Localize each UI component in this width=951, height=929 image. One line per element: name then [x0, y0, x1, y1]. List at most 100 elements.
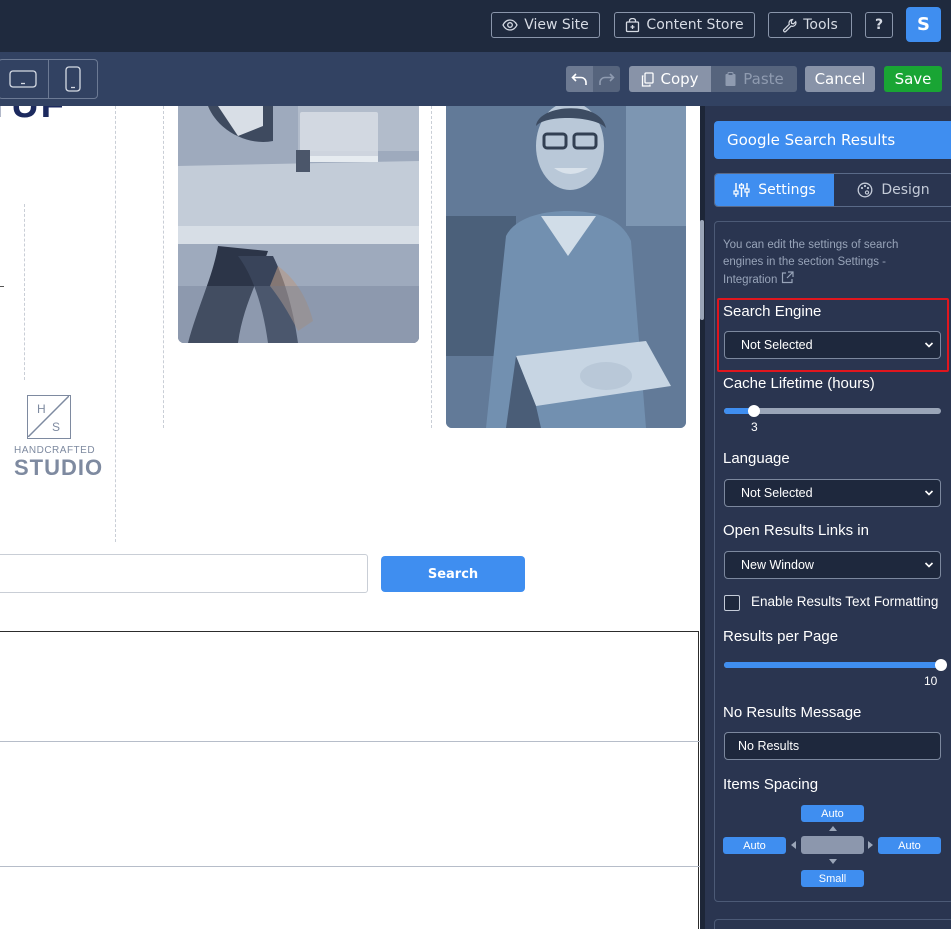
spacing-bottom-value: Small: [818, 872, 847, 885]
results-per-page-value: 10: [924, 674, 938, 688]
page-preview-canvas[interactable]: TUF: [0, 106, 700, 929]
copy-label: Copy: [660, 70, 699, 88]
language-select[interactable]: Not Selected: [724, 479, 941, 507]
mobile-icon: [65, 66, 81, 92]
help-icon: ?: [874, 17, 884, 33]
editor-toolbar: Copy Paste Cancel Save: [0, 52, 951, 106]
items-spacing-label: Items Spacing: [723, 776, 819, 793]
spacing-left-arrow: [791, 841, 796, 849]
results-row-divider: [0, 866, 700, 867]
spacing-bottom-button[interactable]: Small: [801, 870, 864, 887]
spacing-down-arrow: [829, 859, 837, 864]
spacing-right-button[interactable]: Auto: [878, 837, 941, 854]
results-per-page-fill: [724, 662, 941, 668]
paste-icon: [725, 71, 736, 86]
palette-icon: [857, 182, 873, 198]
cache-lifetime-slider[interactable]: [724, 405, 941, 417]
column-guide: [115, 106, 116, 542]
paste-label: Paste: [743, 70, 784, 88]
search-engine-select[interactable]: Not Selected: [724, 331, 941, 359]
tools-button[interactable]: Tools: [768, 12, 852, 38]
divider-tick: [0, 286, 4, 287]
external-link-icon[interactable]: [781, 271, 794, 284]
copy-button[interactable]: Copy: [629, 66, 711, 92]
cache-lifetime-value: 3: [751, 420, 758, 434]
spacing-left-value: Auto: [743, 839, 766, 852]
results-per-page-slider[interactable]: [724, 659, 947, 671]
undo-icon: [571, 73, 587, 85]
spacing-left-button[interactable]: Auto: [723, 837, 786, 854]
open-links-value: New Window: [741, 558, 814, 572]
mobile-view-button[interactable]: [47, 60, 98, 98]
cancel-label: Cancel: [814, 70, 866, 88]
preview-search-label: Search: [427, 566, 479, 582]
team-meeting-photo[interactable]: [178, 106, 419, 343]
settings-panel: Google Search Results Settings Design Yo…: [705, 106, 951, 929]
heading-fragment: TUF: [0, 106, 66, 127]
tools-label: Tools: [803, 17, 838, 33]
open-links-select[interactable]: New Window: [724, 551, 941, 579]
tab-settings-label: Settings: [758, 182, 816, 198]
store-icon: [626, 17, 640, 32]
panel-title-text: Google Search Results: [727, 131, 896, 149]
search-engine-value: Not Selected: [741, 338, 813, 352]
undo-button[interactable]: [566, 66, 593, 92]
svg-text:H: H: [37, 402, 46, 416]
logo-text-line2: STUDIO: [14, 455, 104, 480]
column-guide: [163, 106, 164, 428]
next-section-box: [714, 919, 951, 929]
canvas-scrollbar[interactable]: [700, 220, 704, 320]
meeting-image: [178, 106, 419, 343]
integration-hint: You can edit the settings of search engi…: [723, 237, 928, 289]
spacing-preview-box: [801, 836, 864, 854]
user-avatar[interactable]: S: [906, 7, 941, 42]
chevron-down-icon: [924, 342, 934, 348]
language-value: Not Selected: [741, 486, 813, 500]
spacing-up-arrow: [829, 826, 837, 831]
chevron-down-icon: [924, 562, 934, 568]
tablet-icon: [9, 70, 37, 88]
save-label: Save: [894, 70, 932, 88]
eye-icon: [502, 19, 518, 31]
logo-mark: H S: [27, 395, 71, 439]
handcrafted-studio-logo: H S HANDCRAFTED STUDIO: [14, 395, 104, 480]
spacing-top-button[interactable]: Auto: [801, 805, 864, 822]
redo-button[interactable]: [593, 66, 620, 92]
search-results-block[interactable]: [0, 631, 700, 929]
text-formatting-checkbox[interactable]: [724, 595, 740, 611]
cache-lifetime-label: Cache Lifetime (hours): [723, 375, 875, 392]
save-button[interactable]: Save: [884, 66, 942, 92]
content-store-button[interactable]: Content Store: [614, 12, 755, 38]
text-formatting-label: Enable Results Text Formatting: [751, 594, 939, 609]
tablet-view-button[interactable]: [0, 60, 48, 98]
results-per-page-label: Results per Page: [723, 628, 839, 645]
view-site-button[interactable]: View Site: [491, 12, 600, 38]
paste-button[interactable]: Paste: [711, 66, 797, 92]
results-per-page-handle[interactable]: [935, 659, 947, 671]
top-bar: View Site Content Store Tools ? S: [0, 0, 951, 52]
preview-search-input[interactable]: [0, 554, 368, 593]
copy-icon: [642, 71, 655, 87]
help-button[interactable]: ?: [865, 12, 893, 38]
cancel-button[interactable]: Cancel: [805, 66, 875, 92]
redo-icon: [599, 73, 615, 85]
developer-image: [446, 106, 686, 428]
language-label: Language: [723, 450, 790, 467]
view-site-label: View Site: [524, 17, 589, 33]
panel-title: Google Search Results: [714, 121, 951, 159]
open-links-label: Open Results Links in: [723, 522, 869, 539]
tab-settings[interactable]: Settings: [715, 174, 834, 206]
panel-tabs: Settings Design: [714, 173, 951, 207]
developer-photo[interactable]: [446, 106, 686, 428]
sliders-icon: [733, 183, 750, 197]
spacing-right-value: Auto: [898, 839, 921, 852]
spacing-right-arrow: [868, 841, 873, 849]
spacing-top-value: Auto: [821, 807, 844, 820]
no-results-message-input[interactable]: No Results: [724, 732, 941, 760]
svg-text:S: S: [52, 420, 60, 434]
integration-hint-text: You can edit the settings of search engi…: [723, 239, 899, 286]
tab-design[interactable]: Design: [834, 174, 951, 206]
results-row-divider: [0, 741, 700, 742]
no-results-message-value: No Results: [738, 739, 800, 753]
preview-search-button[interactable]: Search: [381, 556, 525, 592]
